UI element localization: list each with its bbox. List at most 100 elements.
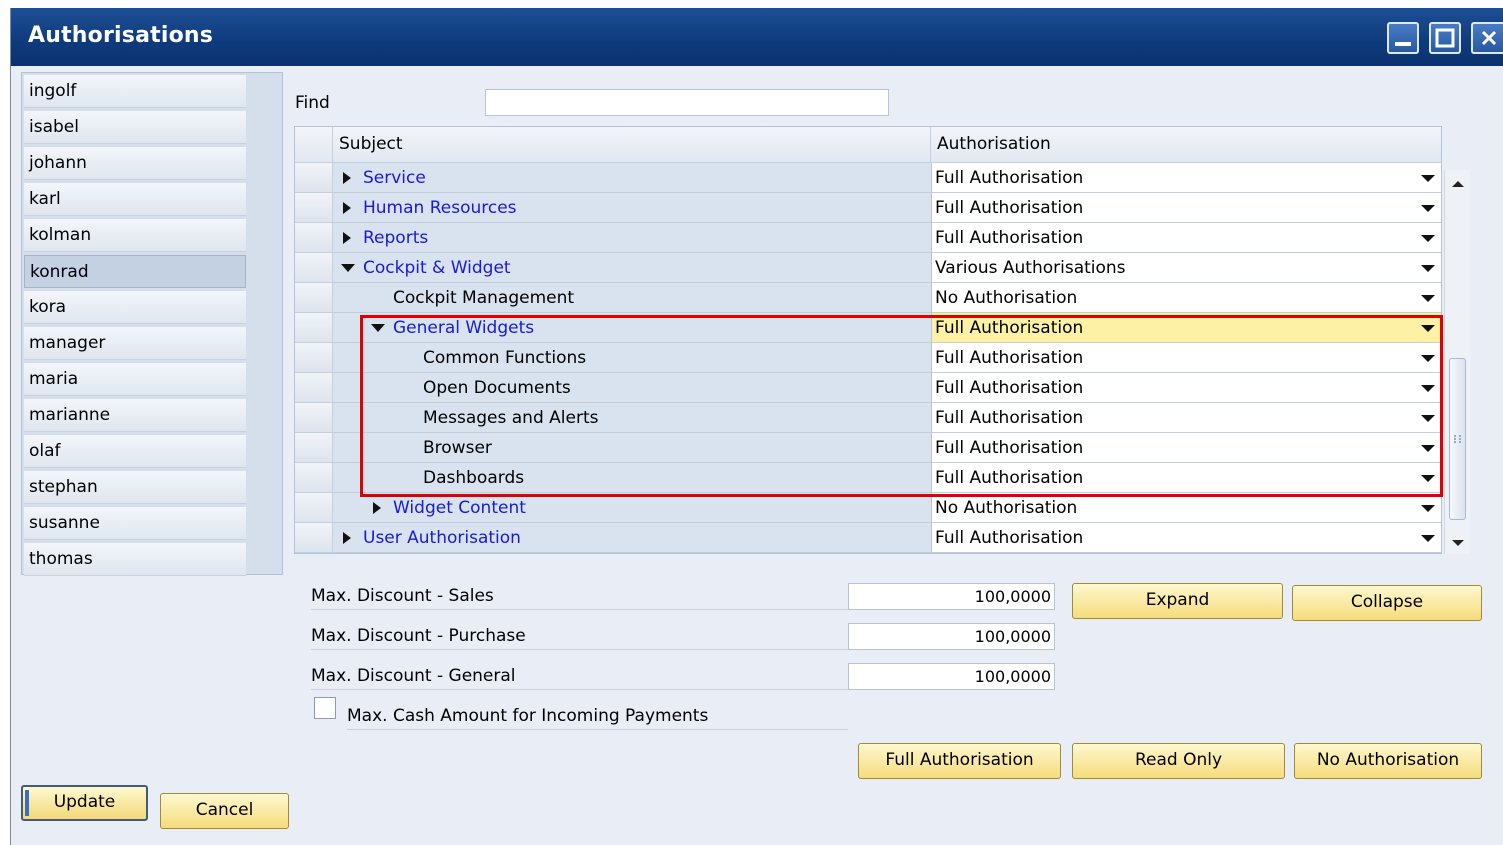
dropdown-arrow-icon[interactable]: [1421, 504, 1435, 514]
authorisation-dropdown[interactable]: No Authorisation: [931, 283, 1441, 313]
user-list-item[interactable]: stephan: [24, 471, 246, 504]
expand-arrow-icon[interactable]: [341, 202, 355, 216]
dropdown-arrow-icon[interactable]: [1421, 234, 1435, 244]
authorisation-dropdown[interactable]: Full Authorisation: [931, 343, 1441, 373]
table-row[interactable]: Cockpit Management No Authorisation: [295, 283, 1441, 313]
table-row[interactable]: Cockpit & Widget Various Authorisations: [295, 253, 1441, 283]
expand-arrow-icon[interactable]: [341, 232, 355, 246]
subject-label[interactable]: Cockpit & Widget: [363, 253, 511, 283]
scroll-thumb[interactable]: [1449, 358, 1466, 520]
user-list-item[interactable]: susanne: [24, 507, 246, 540]
collapse-button[interactable]: Collapse: [1292, 585, 1482, 621]
authorisation-dropdown[interactable]: Various Authorisations: [931, 253, 1441, 283]
authorisation-dropdown[interactable]: Full Authorisation: [931, 163, 1441, 193]
user-list-item[interactable]: marianne: [24, 399, 246, 432]
read-only-button[interactable]: Read Only: [1072, 743, 1285, 779]
table-row[interactable]: Dashboards Full Authorisation: [295, 463, 1441, 493]
subject-label[interactable]: Human Resources: [363, 193, 517, 223]
dropdown-arrow-icon[interactable]: [1421, 444, 1435, 454]
row-selector[interactable]: [295, 223, 333, 253]
authorisation-dropdown[interactable]: Full Authorisation: [931, 403, 1441, 433]
user-list-item[interactable]: thomas: [24, 543, 246, 576]
dropdown-arrow-icon[interactable]: [1421, 174, 1435, 184]
grid-scrollbar[interactable]: [1444, 170, 1470, 554]
row-selector[interactable]: [295, 373, 333, 403]
authorisation-dropdown[interactable]: No Authorisation: [931, 493, 1441, 523]
dropdown-arrow-icon[interactable]: [1421, 324, 1435, 334]
table-row[interactable]: Browser Full Authorisation: [295, 433, 1441, 463]
row-selector[interactable]: [295, 493, 333, 523]
row-selector[interactable]: [295, 463, 333, 493]
table-row[interactable]: Service Full Authorisation: [295, 163, 1441, 193]
dropdown-arrow-icon[interactable]: [1421, 414, 1435, 424]
cancel-button[interactable]: Cancel: [160, 793, 289, 829]
dropdown-arrow-icon[interactable]: [1421, 474, 1435, 484]
expand-arrow-icon[interactable]: [371, 502, 385, 516]
scroll-up-icon[interactable]: [1451, 179, 1465, 189]
dropdown-arrow-icon[interactable]: [1421, 354, 1435, 364]
expand-button[interactable]: Expand: [1072, 583, 1283, 619]
authorisation-dropdown[interactable]: Full Authorisation: [931, 313, 1441, 343]
table-row[interactable]: Common Functions Full Authorisation: [295, 343, 1441, 373]
subject-label[interactable]: Widget Content: [393, 493, 526, 523]
max-discount-general-field[interactable]: 100,0000: [848, 663, 1055, 690]
authorisation-dropdown[interactable]: Full Authorisation: [931, 223, 1441, 253]
dropdown-arrow-icon[interactable]: [1421, 294, 1435, 304]
full-authorisation-button[interactable]: Full Authorisation: [858, 743, 1061, 779]
user-list-item[interactable]: kora: [24, 291, 246, 324]
user-list-item[interactable]: olaf: [24, 435, 246, 468]
authorisation-dropdown[interactable]: Full Authorisation: [931, 463, 1441, 493]
collapse-arrow-icon[interactable]: [371, 322, 385, 336]
row-selector[interactable]: [295, 253, 333, 283]
max-cash-checkbox[interactable]: [314, 697, 336, 719]
expand-arrow-icon[interactable]: [341, 532, 355, 546]
scroll-down-icon[interactable]: [1451, 538, 1465, 548]
user-list-item[interactable]: manager: [24, 327, 246, 360]
subject-label[interactable]: Service: [363, 163, 426, 193]
column-header-authorisation[interactable]: Authorisation: [931, 127, 1441, 163]
subject-label[interactable]: Reports: [363, 223, 428, 253]
row-selector[interactable]: [295, 313, 333, 343]
no-authorisation-button[interactable]: No Authorisation: [1294, 743, 1482, 779]
expand-arrow-icon[interactable]: [341, 172, 355, 186]
authorisation-dropdown[interactable]: Full Authorisation: [931, 523, 1441, 553]
user-list-item[interactable]: ingolf: [24, 75, 246, 108]
authorisation-dropdown[interactable]: Full Authorisation: [931, 193, 1441, 223]
update-button[interactable]: Update: [21, 785, 148, 821]
max-discount-sales-field[interactable]: 100,0000: [848, 583, 1055, 610]
table-row[interactable]: General Widgets Full Authorisation: [295, 313, 1441, 343]
collapse-arrow-icon[interactable]: [341, 262, 355, 276]
row-selector[interactable]: [295, 193, 333, 223]
table-row[interactable]: Open Documents Full Authorisation: [295, 373, 1441, 403]
authorisation-dropdown[interactable]: Full Authorisation: [931, 433, 1441, 463]
minimize-button[interactable]: [1387, 22, 1419, 54]
dropdown-arrow-icon[interactable]: [1421, 384, 1435, 394]
table-row[interactable]: Messages and Alerts Full Authorisation: [295, 403, 1441, 433]
maximize-button[interactable]: [1429, 22, 1461, 54]
row-selector[interactable]: [295, 523, 333, 553]
close-button[interactable]: [1471, 22, 1503, 54]
dropdown-arrow-icon[interactable]: [1421, 264, 1435, 274]
authorisation-dropdown[interactable]: Full Authorisation: [931, 373, 1441, 403]
table-row[interactable]: User Authorisation Full Authorisation: [295, 523, 1441, 553]
user-list-item[interactable]: johann: [24, 147, 246, 180]
user-list-item[interactable]: maria: [24, 363, 246, 396]
table-row[interactable]: Reports Full Authorisation: [295, 223, 1441, 253]
row-selector[interactable]: [295, 163, 333, 193]
dropdown-arrow-icon[interactable]: [1421, 204, 1435, 214]
dropdown-arrow-icon[interactable]: [1421, 534, 1435, 544]
table-row[interactable]: Human Resources Full Authorisation: [295, 193, 1441, 223]
column-header-subject[interactable]: Subject: [333, 127, 931, 163]
title-bar[interactable]: Authorisations: [11, 8, 1503, 66]
user-list-item[interactable]: isabel: [24, 111, 246, 144]
row-selector[interactable]: [295, 433, 333, 463]
user-list[interactable]: ingolf isabel johann karl kolman konrad kora ma…: [21, 72, 283, 576]
row-selector[interactable]: [295, 343, 333, 373]
find-input[interactable]: [485, 89, 889, 116]
subject-label[interactable]: General Widgets: [393, 313, 534, 343]
table-row[interactable]: Widget Content No Authorisation: [295, 493, 1441, 523]
max-discount-purchase-field[interactable]: 100,0000: [848, 623, 1055, 650]
user-list-item[interactable]: konrad: [24, 255, 246, 288]
row-selector[interactable]: [295, 403, 333, 433]
user-list-item[interactable]: karl: [24, 183, 246, 216]
